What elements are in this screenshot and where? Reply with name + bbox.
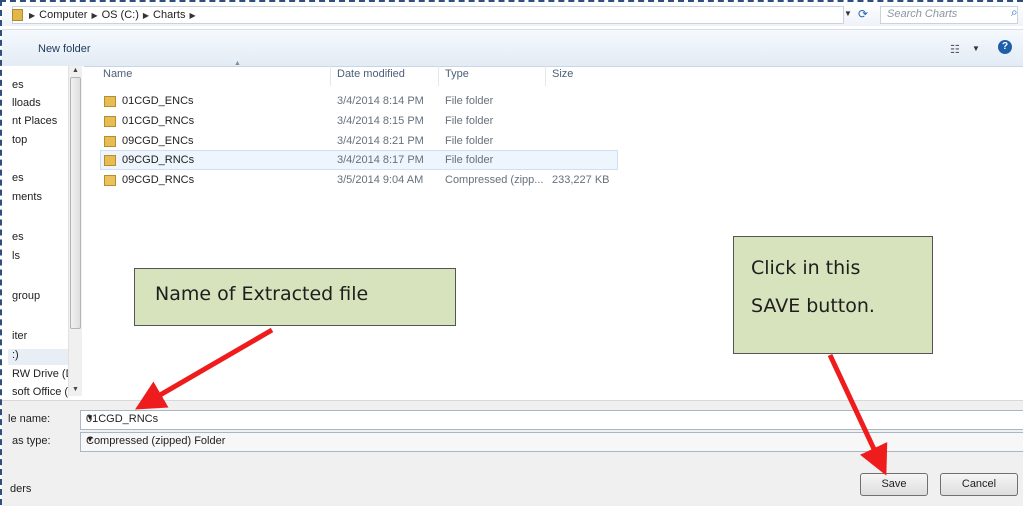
annotation-arrows [135, 327, 888, 476]
arrow-to-save-button [827, 353, 888, 476]
arrow-to-filename [135, 327, 274, 410]
